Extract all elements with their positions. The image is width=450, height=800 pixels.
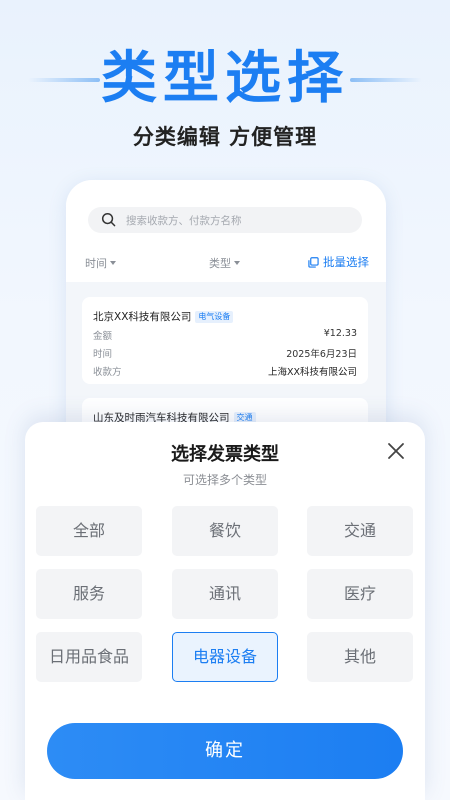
type-option-transport[interactable]: 交通 xyxy=(307,506,413,556)
invoice-amount-row: 金额 ¥12.33 xyxy=(93,328,357,342)
sheet-subtitle: 可选择多个类型 xyxy=(182,473,267,487)
invoice-category-tag: 电气设备 xyxy=(195,311,234,323)
type-option-service[interactable]: 服务 xyxy=(36,569,142,619)
hero-decor-line-right xyxy=(350,78,422,82)
invoice-payee-row: 收款方 上海XX科技有限公司 xyxy=(93,364,357,378)
time-value: 2025年6月23日 xyxy=(286,349,357,360)
filter-type-label: 类型 xyxy=(209,257,231,270)
search-input[interactable]: 搜索收款方、付款方名称 xyxy=(88,207,362,233)
invoice-type-sheet: 选择发票类型 可选择多个类型 全部 餐饮 交通 服务 通讯 医疗 日用品食品 电… xyxy=(25,422,425,800)
invoice-time-row: 时间 2025年6月23日 xyxy=(93,346,357,360)
hero-subtitle: 分类编辑 方便管理 xyxy=(132,125,318,149)
filter-time-label: 时间 xyxy=(85,257,107,270)
time-label: 时间 xyxy=(93,349,113,360)
type-option-other[interactable]: 其他 xyxy=(307,632,413,682)
chevron-down-icon xyxy=(110,261,116,265)
chevron-down-icon xyxy=(234,261,240,265)
search-icon xyxy=(101,212,116,227)
type-option-medical[interactable]: 医疗 xyxy=(307,569,413,619)
batch-select-icon xyxy=(308,257,319,268)
type-option-telecom[interactable]: 通讯 xyxy=(172,569,278,619)
close-icon[interactable] xyxy=(387,442,405,460)
type-option-electrical[interactable]: 电器设备 xyxy=(172,632,278,682)
invoice-company-name: 北京XX科技有限公司 xyxy=(93,311,192,323)
filter-time[interactable]: 时间 xyxy=(85,255,116,271)
search-placeholder: 搜索收款方、付款方名称 xyxy=(126,215,242,227)
type-option-groceries[interactable]: 日用品食品 xyxy=(36,632,142,682)
invoice-company: 北京XX科技有限公司 电气设备 xyxy=(93,309,234,324)
filter-type[interactable]: 类型 xyxy=(209,255,240,271)
amount-value: ¥12.33 xyxy=(323,328,357,339)
batch-select-label: 批量选择 xyxy=(323,255,369,269)
type-option-all[interactable]: 全部 xyxy=(36,506,142,556)
payee-label: 收款方 xyxy=(93,367,122,378)
invoice-card[interactable]: 北京XX科技有限公司 电气设备 金额 ¥12.33 时间 2025年6月23日 收… xyxy=(82,297,368,384)
batch-select-button[interactable]: 批量选择 xyxy=(308,254,369,270)
payee-value: 上海XX科技有限公司 xyxy=(267,367,357,378)
confirm-button[interactable]: 确定 xyxy=(47,723,403,779)
sheet-title: 选择发票类型 xyxy=(171,444,279,465)
amount-label: 金额 xyxy=(93,331,113,342)
type-option-dining[interactable]: 餐饮 xyxy=(172,506,278,556)
